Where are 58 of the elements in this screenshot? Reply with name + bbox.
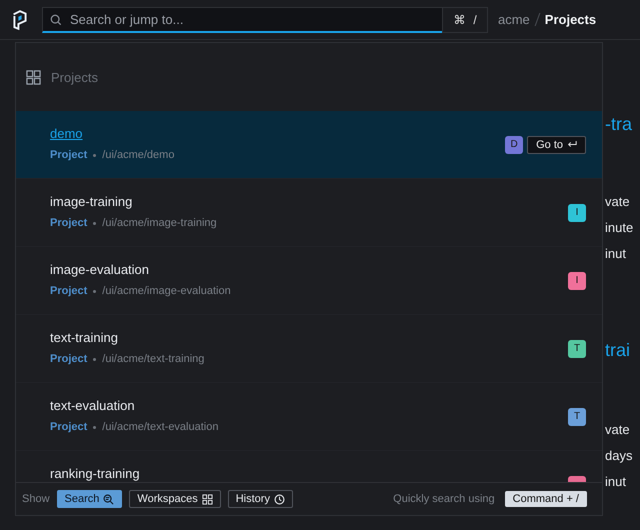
background-text: inute	[605, 219, 634, 237]
type-label: Project	[50, 285, 88, 297]
breadcrumb-link[interactable]: Projects	[544, 12, 596, 27]
filter-button[interactable]: History	[228, 490, 293, 508]
search-field[interactable]: Search or jump to...	[42, 6, 442, 32]
background-text: inut	[605, 473, 627, 491]
logo-icon[interactable]	[12, 10, 28, 30]
background-text: vate	[605, 421, 631, 439]
project-name: ranking-training	[50, 466, 141, 481]
result-item[interactable]: text-training Project /ui/acme/text-training T	[16, 315, 602, 383]
project-name: demo	[50, 126, 84, 141]
avatar-badge: T	[568, 408, 586, 426]
result-item[interactable]: image-evaluation Project /ui/acme/image-evaluation I	[16, 247, 602, 315]
background-text: inut	[605, 245, 627, 263]
filter-button[interactable]: Workspaces	[129, 490, 221, 508]
result-item[interactable]: text-evaluation Project /ui/acme/text-evaluation T	[16, 383, 602, 451]
search-icon	[50, 14, 62, 26]
hint-text: Quickly search using	[393, 493, 495, 505]
filter-button[interactable]: Search	[56, 490, 122, 508]
type-label: Project	[50, 217, 88, 229]
result-item[interactable]: demo Project /ui/acme/demo D Go to	[16, 111, 602, 179]
show-label: Show	[22, 493, 50, 505]
background-text: vate	[605, 193, 631, 211]
project-name: text-training	[50, 330, 119, 345]
separator-dot	[93, 426, 96, 428]
path-text: /ui/acme/text-evaluation	[102, 421, 218, 433]
avatar-badge: D	[505, 136, 524, 154]
separator-dot	[93, 290, 96, 292]
separator-dot	[93, 222, 96, 224]
type-label: Project	[50, 353, 88, 365]
project-name: image-training	[50, 194, 134, 209]
path-text: /ui/acme/text-training	[102, 353, 204, 365]
breadcrumb-link[interactable]: acme	[498, 12, 530, 27]
background-text: trai	[605, 339, 632, 362]
clock-icon	[274, 494, 285, 504]
background-text: -tra	[605, 113, 633, 136]
type-label: Project	[50, 149, 88, 161]
avatar-badge: T	[568, 340, 586, 358]
project-name: image-evaluation	[50, 262, 150, 277]
avatar-badge: I	[568, 204, 586, 222]
shortcut-key: ⌘ /	[442, 6, 488, 32]
path-text: /ui/acme/image-training	[102, 217, 217, 229]
enter-icon	[567, 140, 577, 149]
grid-icon	[202, 494, 213, 504]
path-text: /ui/acme/image-evaluation	[102, 285, 231, 297]
avatar-badge: I	[568, 272, 586, 290]
separator-dot	[93, 154, 96, 156]
grid-icon	[26, 70, 41, 84]
shortcut-key: Command + /	[504, 491, 587, 507]
project-name: text-evaluation	[50, 398, 136, 413]
go-to-button[interactable]: Go to	[527, 136, 586, 154]
section-title: Projects	[51, 70, 98, 84]
background-text: days	[605, 447, 634, 465]
type-label: Project	[50, 421, 88, 433]
separator-dot	[93, 358, 96, 360]
path-text: /ui/acme/demo	[102, 149, 174, 161]
search-icon	[103, 494, 114, 504]
result-item[interactable]: image-training Project /ui/acme/image-training I	[16, 179, 602, 247]
